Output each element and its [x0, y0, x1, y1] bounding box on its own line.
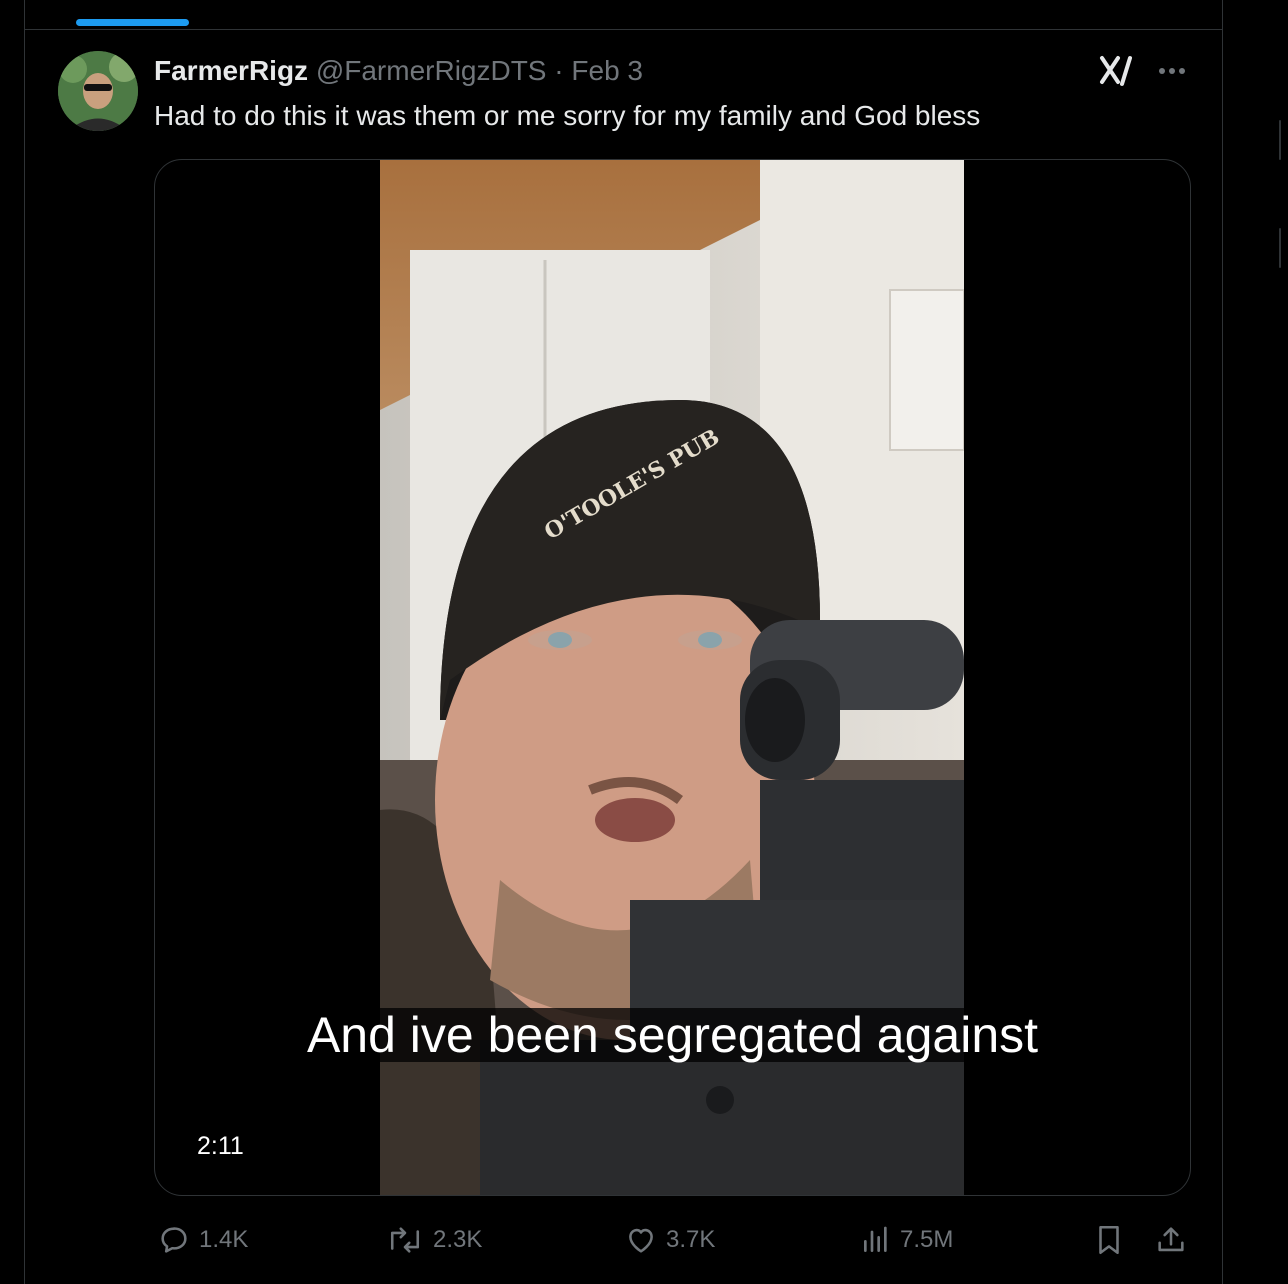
- views-icon: [864, 1226, 887, 1252]
- bookmark-icon: [1099, 1225, 1119, 1255]
- like-count: 3.7K: [666, 1226, 716, 1253]
- more-icon[interactable]: [1154, 58, 1190, 84]
- column-border-right: [1222, 0, 1223, 1284]
- sidebar-edge: [1279, 120, 1281, 160]
- avatar[interactable]: [58, 51, 138, 131]
- sidebar-edge: [1279, 228, 1281, 268]
- share-icon: [1158, 1227, 1184, 1252]
- like-button[interactable]: 3.7K: [624, 1223, 715, 1257]
- tweet-top-divider: [24, 29, 1223, 30]
- grok-icon[interactable]: [1098, 54, 1136, 88]
- reply-icon: [161, 1227, 187, 1253]
- views-button[interactable]: 7.5M: [860, 1223, 953, 1257]
- video-frame[interactable]: O'TOOLE'S PUB: [380, 160, 964, 1195]
- user-handle[interactable]: @FarmerRigzDTS: [316, 55, 547, 86]
- heart-icon: [629, 1228, 653, 1253]
- repost-button[interactable]: 2.3K: [385, 1223, 482, 1257]
- share-button[interactable]: [1154, 1223, 1188, 1257]
- display-name[interactable]: FarmerRigz: [154, 55, 308, 86]
- column-border-left: [24, 0, 25, 1284]
- active-tab-indicator: [76, 19, 189, 26]
- tweet-text: Had to do this it was them or me sorry f…: [154, 100, 981, 131]
- bookmark-button[interactable]: [1092, 1223, 1126, 1257]
- reply-button[interactable]: 1.4K: [157, 1223, 248, 1257]
- header-separator: ·: [554, 55, 564, 86]
- video-player[interactable]: O'TOOLE'S PUB And ive been segregated ag…: [154, 159, 1191, 1196]
- reply-count: 1.4K: [199, 1226, 249, 1253]
- tweet-actions: 1.4K 2.3K 3.7K 7.5M: [0, 1215, 1288, 1265]
- tweet-date[interactable]: Feb 3: [571, 55, 643, 86]
- video-duration: 2:11: [187, 1128, 254, 1165]
- view-count: 7.5M: [900, 1226, 954, 1253]
- tweet-header: FarmerRigz @FarmerRigzDTS · Feb 3: [154, 54, 643, 88]
- repost-count: 2.3K: [433, 1226, 483, 1253]
- repost-icon: [390, 1227, 420, 1253]
